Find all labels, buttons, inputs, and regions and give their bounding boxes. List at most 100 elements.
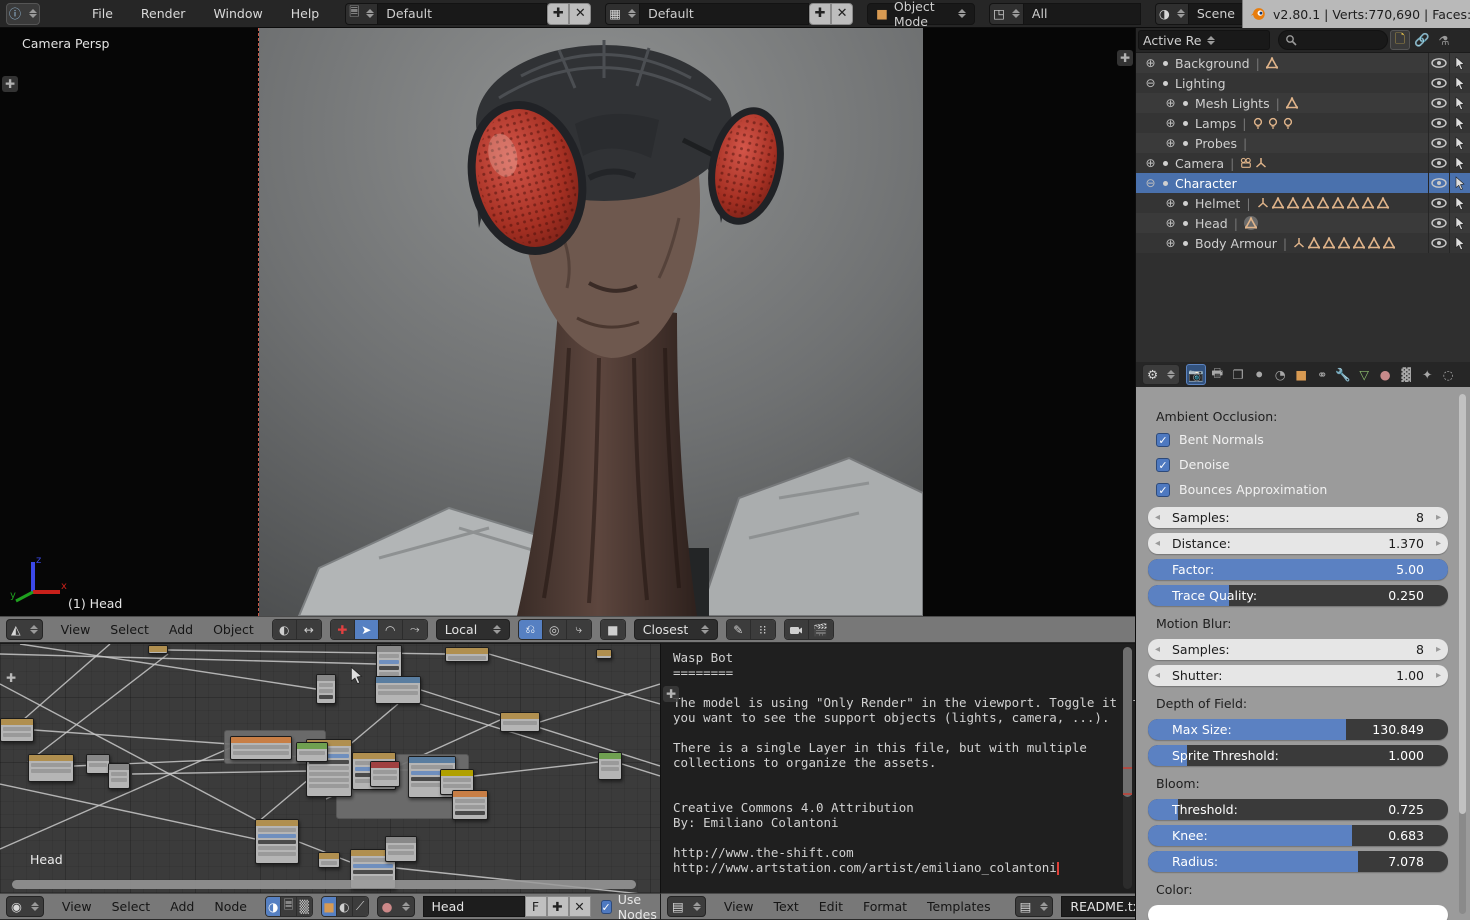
properties-tab-scene[interactable]: ⚫ [1249,364,1269,385]
shader-object-icon[interactable]: ◑ [266,897,281,916]
selectable-cursor-icon[interactable] [1449,193,1470,213]
outliner-item-label[interactable]: Helmet [1195,196,1240,211]
hide-eye-icon[interactable] [1428,193,1449,213]
slider-tracequality[interactable]: Trace Quality:0.250 [1148,585,1448,606]
selectable-cursor-icon[interactable] [1449,233,1470,253]
checkbox-icon[interactable]: ✓ [1156,483,1170,497]
hide-eye-icon[interactable] [1428,113,1449,133]
properties-tab-output[interactable]: 🖶 [1207,364,1227,385]
screen-icon[interactable]: 🗏 [345,3,377,25]
delete-layout-button[interactable]: ✕ [831,3,853,25]
checkbox-bent-normals[interactable]: ✓Bent Normals [1156,432,1448,447]
expand-icon[interactable]: ⊕ [1164,236,1177,250]
orientation-dropdown[interactable]: Local [436,619,510,640]
properties-vscrollbar[interactable] [1459,394,1466,914]
properties-tab-texture[interactable]: ▓ [1396,364,1416,385]
menu-format[interactable]: Format [853,895,917,918]
link-icon[interactable]: 🔗 [1412,30,1432,50]
menu-view[interactable]: View [51,618,101,641]
shader-node[interactable] [452,790,488,820]
outliner-item-label[interactable]: Mesh Lights [1195,96,1270,111]
slider-samples[interactable]: ◂▸Samples:8 [1148,507,1448,528]
checkbox-denoise[interactable]: ✓Denoise [1156,457,1448,472]
color-swatch[interactable] [1148,905,1448,920]
shader-node[interactable] [148,645,168,654]
outliner-item-character[interactable]: ⊖ Character [1136,173,1470,193]
outliner-item-label[interactable]: Lamps [1195,116,1236,131]
shader-linestyle-icon[interactable]: ▒ [297,897,312,916]
add-layout-button[interactable]: ✚ [809,3,831,25]
shader-node[interactable] [445,647,489,662]
text-vscrollbar[interactable] [1123,647,1132,889]
slot-line-icon[interactable]: ⟋ [353,897,368,916]
move-gizmo-icon[interactable]: ✚ [331,620,355,639]
hide-eye-icon[interactable] [1428,153,1449,173]
hide-eye-icon[interactable] [1428,73,1449,93]
selectable-cursor-icon[interactable] [1449,73,1470,93]
dots-icon[interactable]: ⁝⁝ [751,620,775,639]
render-still-icon[interactable] [785,620,809,639]
shader-node[interactable] [375,676,421,704]
slider-samples[interactable]: ◂▸Samples:8 [1148,639,1448,660]
pivot-point-icon[interactable]: ◐ [273,620,297,639]
shader-node[interactable] [230,736,292,760]
outliner-item-head[interactable]: ⊕Head| [1136,213,1470,233]
node-hscrollbar[interactable] [12,880,636,889]
menu-add[interactable]: Add [159,618,203,641]
expand-icon[interactable]: ⊕ [1164,196,1177,210]
expand-icon[interactable]: ⊕ [1164,96,1177,110]
app-menu-button[interactable]: ⓘ [6,3,40,25]
shader-node[interactable] [86,754,110,774]
snap-mode-dropdown[interactable]: Closest [634,619,718,640]
mode-selector[interactable]: ■ Object Mode [867,3,975,25]
select-tool-icon[interactable]: ➤ [355,620,379,639]
shader-node[interactable] [316,674,336,704]
outliner-item-background[interactable]: ⊕Background| [1136,53,1470,73]
properties-tab-data[interactable]: ▽ [1354,364,1374,385]
outliner-search-input[interactable] [1278,30,1388,50]
selectable-cursor-icon[interactable] [1449,113,1470,133]
outliner-item-helmet[interactable]: ⊕Helmet| [1136,193,1470,213]
expand-icon[interactable]: ⊕ [1164,216,1177,230]
outliner-item-label[interactable]: Character [1175,176,1237,191]
checkbox-icon[interactable]: ✓ [1156,433,1170,447]
toolbar-expand-button[interactable]: ✚ [2,76,18,92]
shader-world-icon[interactable]: 🗏 [281,897,296,916]
slider-maxsize[interactable]: Max Size:130.849 [1148,719,1448,740]
properties-tab-constraints[interactable]: ⚭ [1312,364,1332,385]
shader-node[interactable] [596,649,612,659]
menu-add[interactable]: Add [160,895,204,918]
shader-node[interactable] [255,819,299,864]
menu-edit[interactable]: Edit [809,895,853,918]
outliner-item-label[interactable]: Head [1195,216,1228,231]
screen-layout-field[interactable]: Default [377,3,547,25]
outliner-item-label[interactable]: Lighting [1175,76,1226,91]
text-content[interactable]: Wasp Bot ======== The model is using "On… [673,650,1140,875]
slot-cube-icon[interactable]: ■ [322,897,337,916]
selectable-cursor-icon[interactable] [1449,213,1470,233]
selectable-cursor-icon[interactable] [1449,173,1470,193]
expand-icon[interactable]: ⊕ [1144,56,1157,70]
outliner-item-label[interactable]: Probes [1195,136,1237,151]
hide-eye-icon[interactable] [1428,173,1449,193]
text-datablock-button[interactable]: ▤ [1015,896,1054,917]
menu-text[interactable]: Text [763,895,808,918]
editor-type-properties-button[interactable]: ⚙ [1142,364,1180,385]
snap-element-cube-icon[interactable]: ■ [601,620,625,639]
outliner-item-label[interactable]: Background [1175,56,1250,71]
properties-tab-modifiers[interactable]: 🔧 [1333,364,1353,385]
unlink-material-button[interactable]: ✕ [569,896,591,917]
selectable-cursor-icon[interactable] [1449,153,1470,173]
proportional-falloff-icon[interactable]: ⤷ [567,620,591,639]
hide-eye-icon[interactable] [1428,213,1449,233]
shader-node[interactable] [296,742,328,762]
material-preview-button[interactable]: ● [377,896,415,917]
collapse-icon[interactable]: ⊖ [1144,176,1157,190]
layout-icon[interactable]: ▦ [605,3,639,25]
outliner-item-lamps[interactable]: ⊕Lamps| [1136,113,1470,133]
hide-eye-icon[interactable] [1428,93,1449,113]
properties-tab-world[interactable]: ◔ [1270,364,1290,385]
node-sidebar-expand-button[interactable]: ✚ [3,670,19,686]
outliner-item-label[interactable]: Body Armour [1195,236,1277,251]
use-nodes-checkbox[interactable]: ✓ [601,900,612,914]
